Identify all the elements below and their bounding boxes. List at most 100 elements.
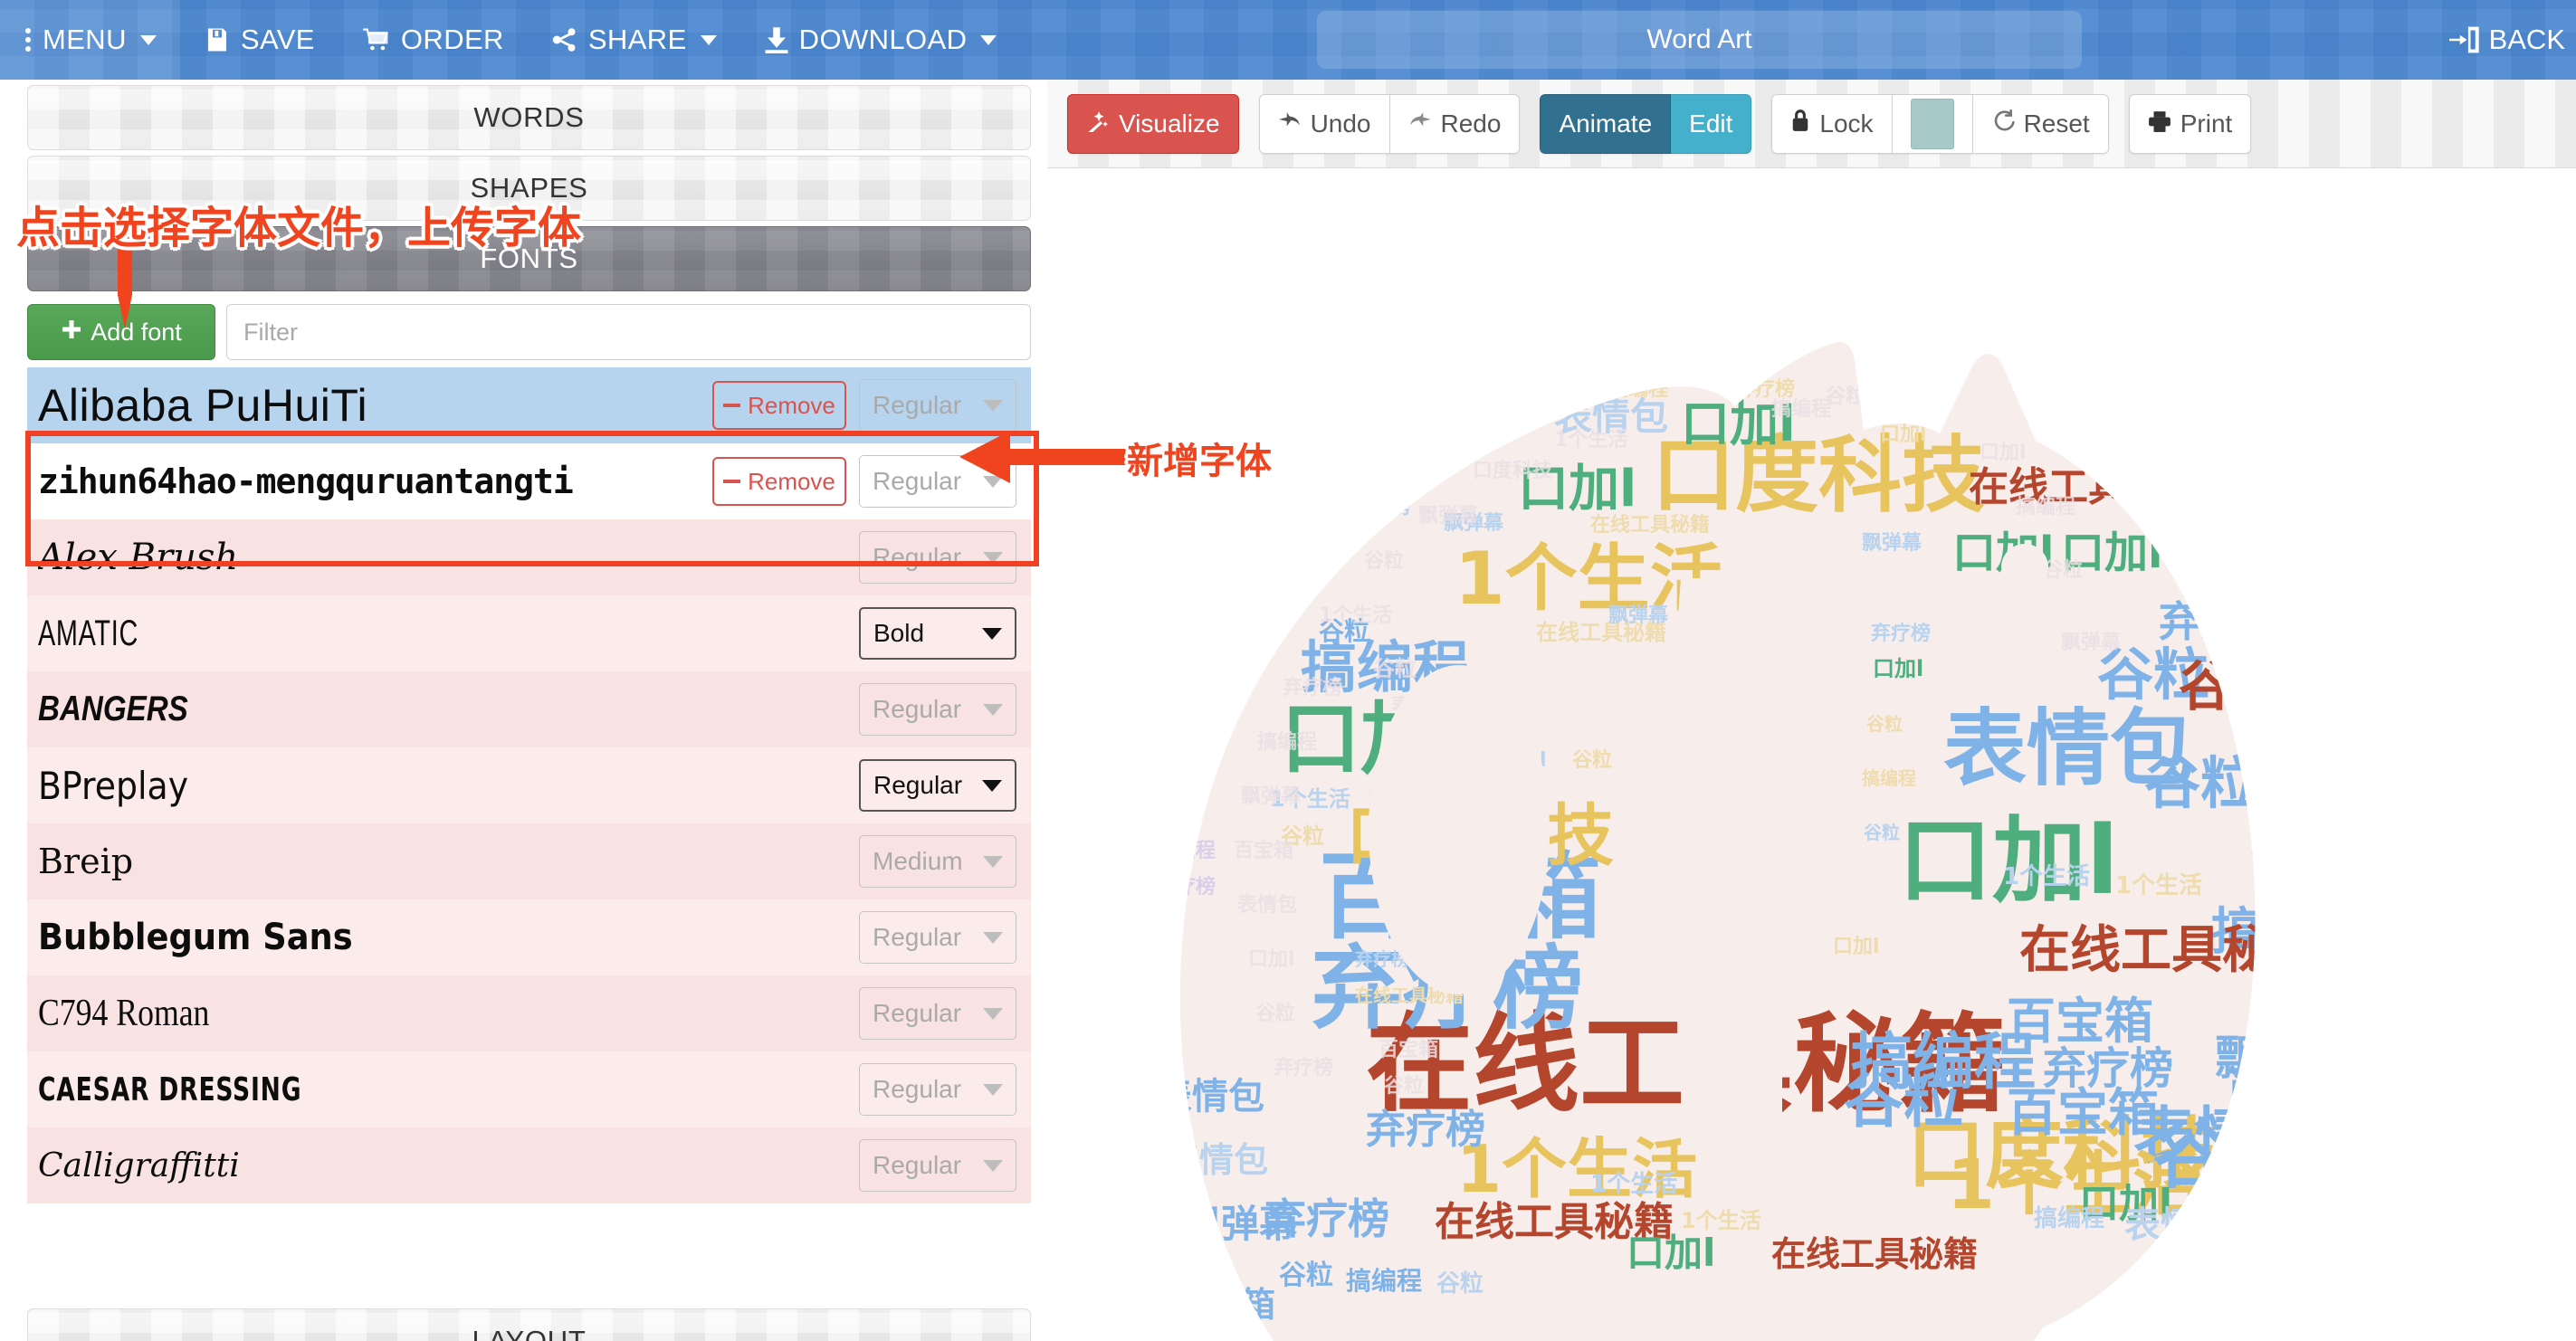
plus-icon [61, 319, 82, 347]
svg-text:谷粒: 谷粒 [2153, 1114, 2298, 1198]
font-list[interactable]: Alibaba PuHuiTiRemoveRegularzihun64hao-m… [27, 367, 1031, 1303]
annotation-upload-font: 点击选择字体文件，上传字体 [16, 192, 581, 255]
svg-text:谷粒: 谷粒 [1864, 822, 1900, 843]
font-weight-select[interactable]: Regular [859, 759, 1016, 812]
undo-redo-group: Undo Redo [1259, 94, 1521, 154]
chevron-down-icon [982, 628, 1002, 640]
svg-text:谷粒: 谷粒 [1572, 748, 1612, 772]
edit-tab[interactable]: Edit [1671, 94, 1751, 154]
download-button[interactable]: DOWNLOAD [740, 0, 1021, 80]
page-title: Word Art [1646, 24, 1751, 55]
download-icon [764, 26, 789, 53]
undo-button[interactable]: Undo [1259, 94, 1390, 154]
kebab-menu-icon [24, 26, 33, 53]
chevron-down-icon [982, 780, 1002, 792]
redo-button[interactable]: Redo [1390, 94, 1521, 154]
font-weight-select[interactable]: Regular [859, 531, 1016, 584]
lock-button[interactable]: Lock [1771, 94, 1892, 154]
svg-text:谷粒: 谷粒 [1364, 549, 1404, 573]
save-button[interactable]: SAVE [180, 0, 339, 80]
svg-text:口度科技: 口度科技 [1473, 459, 1553, 482]
svg-text:表情包: 表情包 [1237, 893, 1297, 917]
order-button[interactable]: ORDER [339, 0, 528, 80]
svg-text:口加l: 口加l [1248, 948, 1295, 971]
svg-text:表情包: 表情包 [1391, 694, 1451, 718]
font-list-item[interactable]: BreipMedium [27, 823, 1031, 899]
sidebar-section-layout[interactable]: LAYOUT [27, 1308, 1031, 1341]
svg-text:搞编程: 搞编程 [1346, 1266, 1422, 1296]
chevron-down-icon [983, 552, 1003, 564]
font-weight-select[interactable]: Regular [859, 1139, 1016, 1192]
font-name: zihun64hao-mengquruantangti [38, 461, 712, 501]
font-weight-select[interactable]: Regular [859, 987, 1016, 1040]
visualize-button[interactable]: Visualize [1067, 94, 1239, 154]
sidebar-section-words[interactable]: WORDS [27, 85, 1031, 150]
sidebar-section-layout-label: LAYOUT [472, 1325, 587, 1341]
font-weight-select[interactable]: Regular [859, 1063, 1016, 1116]
remove-font-button[interactable]: Remove [712, 381, 846, 430]
font-list-item[interactable]: BANGERSRegular [27, 671, 1031, 747]
font-list-item[interactable]: Bubblegum Sans Regular [27, 899, 1031, 975]
animate-tab[interactable]: Animate [1540, 94, 1671, 154]
svg-text:百宝箱: 百宝箱 [2256, 875, 2316, 899]
color-picker-button[interactable] [1893, 94, 1973, 154]
svg-text:搞编程: 搞编程 [1771, 397, 1831, 421]
svg-text:谷粒: 谷粒 [1844, 1066, 1963, 1136]
font-list-item[interactable]: Alex BrushRegular [27, 519, 1031, 595]
menu-button[interactable]: MENU [0, 0, 180, 80]
svg-text:1个生活: 1个生活 [1455, 537, 1722, 621]
order-label: ORDER [401, 24, 504, 56]
svg-text:在线工具秘籍: 在线工具秘籍 [2019, 921, 2323, 980]
font-filter-input[interactable] [226, 304, 1031, 360]
svg-text:弃疗榜: 弃疗榜 [1871, 622, 1931, 645]
font-list-item[interactable]: AMATICBold [27, 595, 1031, 671]
redo-label: Redo [1441, 109, 1502, 138]
svg-text:飘弹幕: 飘弹幕 [1608, 604, 1669, 627]
svg-text:口加l: 口加l [1952, 528, 2054, 578]
font-list-item[interactable]: C794 RomanRegular [27, 975, 1031, 1051]
svg-text:口度科技: 口度科技 [1346, 797, 1614, 875]
svg-text:搞编程: 搞编程 [1369, 785, 1429, 808]
sidebar: WORDS SHAPES FONTS Add font Alibaba PuHu… [0, 80, 1047, 1341]
save-label: SAVE [241, 24, 315, 56]
font-weight-value: Medium [873, 847, 963, 876]
print-label: Print [2180, 109, 2233, 138]
font-weight-value: Regular [873, 695, 961, 724]
top-navbar: MENU SAVE ORDER SHARE DOWNLO [0, 0, 2576, 80]
svg-text:谷粒: 谷粒 [1826, 385, 1865, 408]
font-weight-select[interactable]: Regular [859, 683, 1016, 736]
font-name: Bubblegum Sans [38, 917, 793, 958]
menu-label: MENU [43, 24, 127, 56]
svg-text:表情包: 表情包 [2124, 1204, 2233, 1246]
font-list-item[interactable]: CalligraffittiRegular [27, 1127, 1031, 1203]
svg-text:飘弹幕: 飘弹幕 [1862, 532, 1922, 555]
font-list-item[interactable]: zihun64hao-mengquruantangtiRemoveRegular [27, 443, 1031, 519]
back-button[interactable]: BACK [2433, 0, 2576, 80]
document-title-field[interactable]: Word Art [1317, 11, 2082, 69]
font-list-item[interactable]: CAESAR DRESSINGRegular [27, 1051, 1031, 1127]
minus-icon [723, 480, 740, 483]
svg-text:口加l: 口加l [1873, 656, 1923, 681]
back-label: BACK [2489, 24, 2565, 56]
font-weight-select[interactable]: Regular [859, 379, 1016, 432]
wordcloud-canvas[interactable]: 在线工具秘籍 口加l 口加l 百宝箱 弃疗榜 口度科技 口度科技 口度科技 表情… [1047, 169, 2576, 1341]
reset-button[interactable]: Reset [1973, 94, 2109, 154]
canvas-toolbar: Visualize Undo Redo Animate Edit [1047, 80, 2576, 168]
lock-color-reset-group: Lock Reset [1771, 94, 2108, 154]
svg-text:1个生活: 1个生活 [1681, 1208, 1761, 1233]
remove-font-button[interactable]: Remove [712, 457, 846, 506]
svg-text:在线工具秘籍: 在线工具秘籍 [1590, 513, 1710, 537]
share-button[interactable]: SHARE [528, 0, 740, 80]
font-weight-select[interactable]: Bold [859, 607, 1016, 660]
font-weight-select[interactable]: Medium [859, 835, 1016, 888]
svg-text:弃疗榜: 弃疗榜 [1346, 493, 1411, 518]
svg-text:1个生活: 1个生活 [1319, 604, 1392, 627]
font-weight-select[interactable]: Regular [859, 911, 1016, 964]
remove-font-label: Remove [748, 468, 835, 496]
svg-text:谷粒: 谷粒 [2144, 750, 2256, 816]
sidebar-section-words-label: WORDS [473, 101, 584, 134]
font-list-item[interactable]: BPreplayRegular [27, 747, 1031, 823]
print-button[interactable]: Print [2129, 94, 2252, 154]
font-list-item[interactable]: Alibaba PuHuiTiRemoveRegular [27, 367, 1031, 443]
font-name: Alex Brush [38, 537, 859, 578]
